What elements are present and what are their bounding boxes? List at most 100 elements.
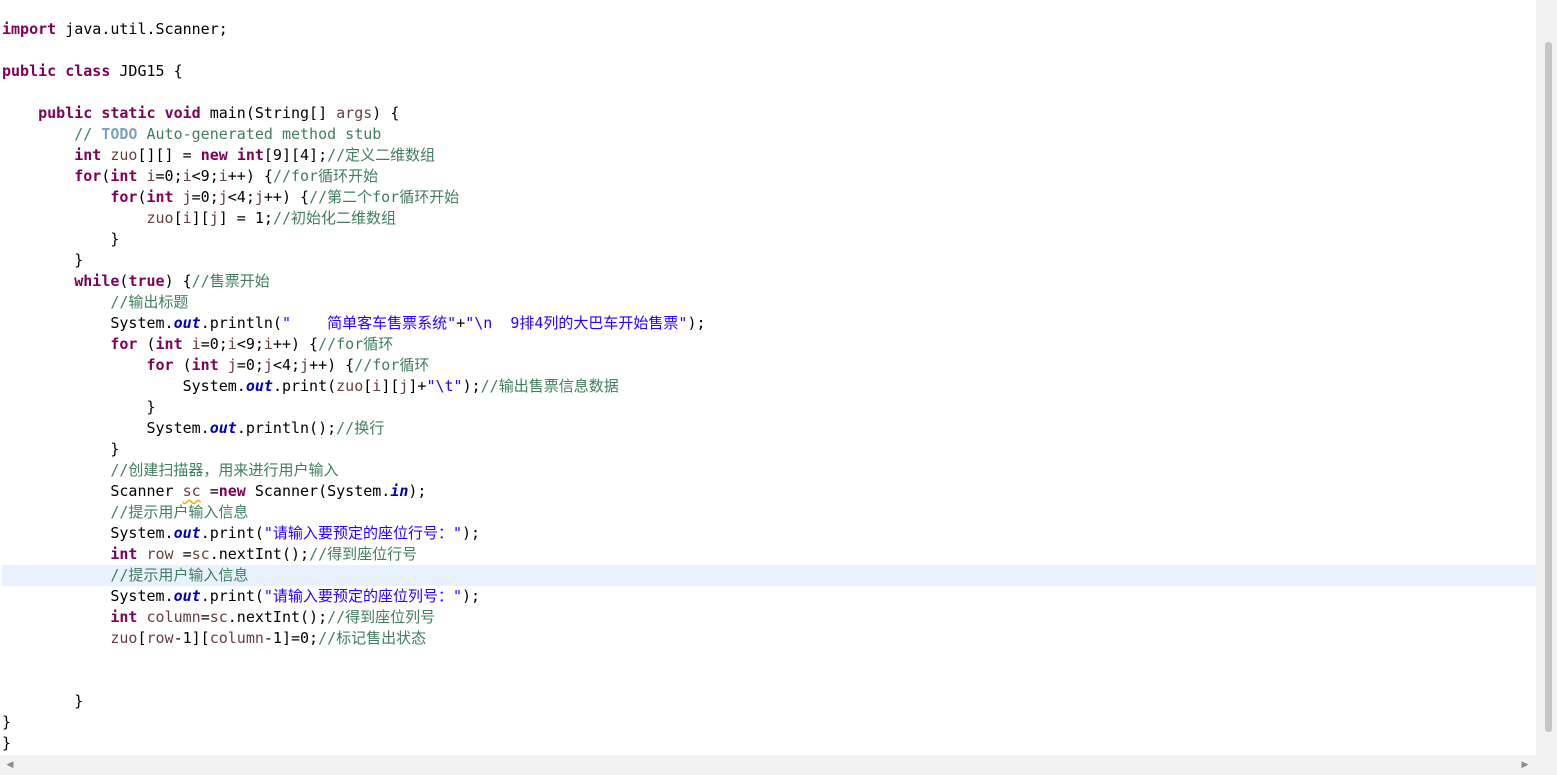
code-line[interactable]: //输出标题 xyxy=(2,292,1536,313)
code-line[interactable]: //创建扫描器，用来进行用户输入 xyxy=(2,460,1536,481)
scroll-left-arrow-icon[interactable]: ◀ xyxy=(4,759,16,771)
code-token: } xyxy=(2,713,12,731)
code-token: for xyxy=(74,167,102,185)
code-token: //售票开始 xyxy=(191,272,270,290)
code-line[interactable]: int zuo[][] = new int[9][4];//定义二维数组 xyxy=(2,145,1536,166)
code-token: //得到座位行号 xyxy=(309,545,418,563)
code-token: //for循环开始 xyxy=(272,167,379,185)
code-token: ]+ xyxy=(408,377,427,395)
code-line[interactable]: } xyxy=(2,229,1536,250)
code-token: .println( xyxy=(200,314,282,332)
code-token: int xyxy=(236,146,264,164)
code-line[interactable]: System.out.print("请输入要预定的座位列号："); xyxy=(2,586,1536,607)
code-token: i xyxy=(227,335,237,353)
code-token: out xyxy=(209,419,237,437)
code-line[interactable]: ​ xyxy=(2,670,1536,691)
code-token: } xyxy=(2,398,156,416)
code-token: //初始化二维数组 xyxy=(272,209,396,227)
code-line[interactable]: System.out.println();//换行 xyxy=(2,418,1536,439)
code-line[interactable]: } xyxy=(2,733,1536,754)
code-area[interactable]: import java.util.Scanner;​public class J… xyxy=(2,19,1536,755)
code-token: args xyxy=(336,104,373,122)
code-line[interactable]: zuo[row-1][column-1]=0;//标记售出状态 xyxy=(2,628,1536,649)
code-line[interactable]: } xyxy=(2,712,1536,733)
code-line[interactable]: while(true) {//售票开始 xyxy=(2,271,1536,292)
code-line[interactable]: import java.util.Scanner; xyxy=(2,19,1536,40)
code-token: int xyxy=(191,356,219,374)
code-line[interactable]: //提示用户输入信息 xyxy=(2,502,1536,523)
code-line[interactable]: Scanner sc =new Scanner(System.in); xyxy=(2,481,1536,502)
code-token: j xyxy=(263,356,273,374)
code-token: j xyxy=(254,188,264,206)
code-line[interactable]: ​ xyxy=(2,82,1536,103)
code-token: zuo xyxy=(336,377,364,395)
code-line[interactable]: ​ xyxy=(2,649,1536,670)
code-line[interactable]: } xyxy=(2,397,1536,418)
code-line[interactable]: //提示用户输入信息 xyxy=(2,565,1536,586)
code-token: i xyxy=(146,167,156,185)
code-token: ( xyxy=(137,335,156,353)
code-token: j xyxy=(209,209,219,227)
code-token: ( xyxy=(173,356,192,374)
code-token: ][ xyxy=(191,209,210,227)
code-line[interactable]: for (int i=0;i<9;i++) {//for循环 xyxy=(2,334,1536,355)
code-token: .nextInt(); xyxy=(209,545,310,563)
code-token: = xyxy=(200,608,210,626)
code-line[interactable]: System.out.println(" 简单客车售票系统"+"\n 9排4列的… xyxy=(2,313,1536,334)
code-token: int xyxy=(155,335,183,353)
scroll-right-arrow-icon[interactable]: ▶ xyxy=(1519,759,1531,771)
code-token: //创建扫描器，用来进行用户输入 xyxy=(110,461,339,479)
code-line[interactable]: System.out.print(zuo[i][j]+"\t");//输出售票信… xyxy=(2,376,1536,397)
code-token: out xyxy=(173,524,201,542)
code-token: // xyxy=(74,125,102,143)
code-token: out xyxy=(173,587,201,605)
code-token: =0; xyxy=(200,335,228,353)
code-line[interactable]: public static void main(String[] args) { xyxy=(2,103,1536,124)
code-token: j xyxy=(300,356,310,374)
code-line[interactable]: // TODO Auto-generated method stub xyxy=(2,124,1536,145)
code-editor[interactable]: import java.util.Scanner;​public class J… xyxy=(0,0,1557,775)
code-line[interactable]: int row =sc.nextInt();//得到座位行号 xyxy=(2,544,1536,565)
code-line[interactable]: ​ xyxy=(2,40,1536,61)
code-line[interactable]: for(int i=0;i<9;i++) {//for循环开始 xyxy=(2,166,1536,187)
code-line[interactable]: for (int j=0;j<4;j++) {//for循环 xyxy=(2,355,1536,376)
code-token: = xyxy=(200,482,219,500)
code-line[interactable]: } xyxy=(2,691,1536,712)
vertical-scrollbar[interactable] xyxy=(1536,0,1557,755)
code-token: j xyxy=(227,356,237,374)
vertical-scrollbar-thumb[interactable] xyxy=(1545,42,1552,732)
code-token: class xyxy=(65,62,111,80)
code-line[interactable]: public class JDG15 { xyxy=(2,61,1536,82)
code-token: static xyxy=(101,104,156,122)
horizontal-scrollbar[interactable]: ◀ ▶ xyxy=(0,755,1536,775)
code-line[interactable]: } xyxy=(2,439,1536,460)
code-line[interactable]: System.out.print("请输入要预定的座位行号："); xyxy=(2,523,1536,544)
code-token: int xyxy=(110,545,138,563)
code-token: ++) { xyxy=(272,335,319,353)
code-line[interactable]: } xyxy=(2,250,1536,271)
code-token: //for循环 xyxy=(318,335,394,353)
code-line[interactable]: int column=sc.nextInt();//得到座位列号 xyxy=(2,607,1536,628)
code-token: j xyxy=(218,188,228,206)
code-token: ++) { xyxy=(263,188,310,206)
code-line[interactable]: for(int j=0;j<4;j++) {//第二个for循环开始 xyxy=(2,187,1536,208)
code-token: int xyxy=(74,146,102,164)
code-token: "\t" xyxy=(426,377,463,395)
code-token: "请输入要预定的座位行号：" xyxy=(263,524,462,542)
code-line[interactable]: zuo[i][j] = 1;//初始化二维数组 xyxy=(2,208,1536,229)
code-token: [ xyxy=(363,377,373,395)
